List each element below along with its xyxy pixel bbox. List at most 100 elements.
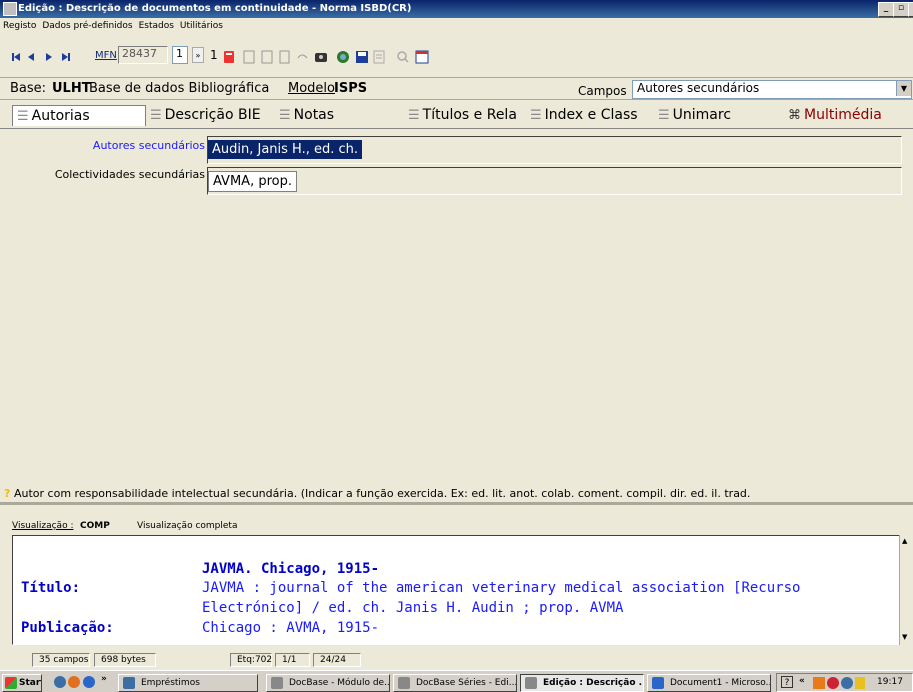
hint-text: Autor com responsabilidade intelectual s… — [14, 487, 751, 500]
browser-icon[interactable] — [54, 676, 66, 688]
status-page: 1/1 — [275, 653, 310, 667]
start-button[interactable]: Start — [2, 674, 42, 692]
visualizacao-label: Visualização : — [12, 521, 74, 531]
camera-icon[interactable] — [315, 53, 327, 62]
record-preview: JAVMA. Chicago, 1915- Título: JAVMA : jo… — [12, 535, 911, 645]
status-bar: 35 campos 698 bytes Etq:702 1/1 24/24 — [0, 652, 913, 668]
calendar-icon[interactable] — [415, 50, 429, 64]
help-icon[interactable]: ? — [781, 676, 793, 688]
page-indicator: 1 — [210, 48, 218, 62]
spinner-arrow-icon[interactable]: » — [192, 47, 204, 63]
docbase-icon — [398, 677, 410, 689]
word-icon — [652, 677, 664, 689]
field-hint: ? Autor com responsabilidade intelectual… — [0, 483, 913, 505]
title-bar: Edição : Descrição de documentos em cont… — [0, 0, 913, 18]
docbase-icon — [525, 677, 537, 689]
record-navigation — [12, 53, 70, 61]
tab-descricao[interactable]: ☰ Descrição BIE — [150, 105, 261, 125]
paste-record-icon[interactable] — [261, 50, 273, 64]
help-icon: ? — [4, 487, 11, 500]
tab-autorias[interactable]: ☰ Autorias — [12, 105, 146, 126]
menu-dados-pre-definidos[interactable]: Dados pré-definidos — [39, 18, 135, 31]
app-icon — [3, 2, 17, 16]
titulo-line-1: JAVMA : journal of the american veterina… — [202, 580, 801, 596]
list-icon[interactable] — [373, 50, 385, 64]
tray-network-icon[interactable] — [841, 677, 853, 689]
list-icon: ☰ — [150, 108, 162, 123]
visualizacao-description: Visualização completa — [137, 521, 238, 531]
copy-record-icon[interactable] — [243, 50, 255, 64]
close-button[interactable] — [908, 2, 913, 17]
status-campos: 35 campos — [32, 653, 90, 667]
previous-record-icon[interactable] — [28, 53, 34, 61]
autores-secundarios-value: Audin, Janis H., ed. ch. — [208, 140, 363, 159]
visualizacao-bar: Visualização : COMP Visualização complet… — [0, 517, 913, 535]
taskbar-docbase-modulo[interactable]: DocBase - Módulo de... — [266, 674, 390, 692]
scroll-down-icon[interactable]: ▼ — [902, 633, 907, 641]
autores-secundarios-field[interactable]: Audin, Janis H., ed. ch. — [207, 136, 902, 164]
globe-icon[interactable] — [337, 51, 349, 63]
app-icon[interactable] — [68, 676, 80, 688]
next-record-icon[interactable] — [46, 53, 52, 61]
tab-index[interactable]: ☰ Index e Class — [530, 105, 638, 125]
toolbar: MFN 28437 1 » 1 — [0, 34, 913, 78]
campos-select[interactable]: Autores secundários ▼ — [632, 80, 912, 99]
visualizacao-code[interactable]: COMP — [80, 521, 110, 531]
menu-bar: Registo Dados pré-definidos Estados Utilitá… — [0, 18, 913, 34]
window-icon — [123, 677, 135, 689]
scroll-up-icon[interactable]: ▲ — [902, 537, 907, 545]
search-icon[interactable] — [397, 51, 409, 63]
list-icon: ☰ — [658, 108, 670, 123]
taskbar-document1[interactable]: Document1 - Microso... — [647, 674, 771, 692]
colectividades-secundarias-field[interactable]: AVMA, prop. — [207, 167, 902, 195]
quicklaunch-chevron-icon[interactable]: » — [101, 674, 107, 684]
media-icon[interactable] — [83, 676, 95, 688]
taskbar: Start » Empréstimos DocBase - Módulo de.… — [0, 670, 913, 692]
first-record-icon[interactable] — [12, 53, 20, 61]
taskbar-docbase-series[interactable]: DocBase Séries - Edi... — [393, 674, 517, 692]
undo-icon[interactable] — [297, 54, 308, 59]
last-record-icon[interactable] — [62, 53, 70, 61]
clock: 19:17 — [877, 677, 903, 687]
new-record-icon[interactable] — [224, 51, 234, 63]
windows-logo-icon — [5, 677, 17, 689]
status-etq: Etq:702 — [230, 653, 272, 667]
colectividades-secundarias-label: Colectividades secundárias — [54, 168, 205, 181]
chevron-down-icon[interactable]: ▼ — [896, 81, 911, 96]
publicacao-value: Chicago : AVMA, 1915- — [202, 620, 380, 636]
system-tray: ? « 19:17 — [776, 673, 913, 692]
preview-scrollbar[interactable]: ▲ ▼ — [899, 535, 913, 645]
mfn-label: MFN — [95, 50, 117, 61]
menu-registo[interactable]: Registo — [0, 18, 39, 31]
base-description: Base de dados Bibliográfica — [89, 81, 270, 96]
tray-app-icon[interactable] — [813, 677, 825, 689]
autores-secundarios-label: Autores secundários — [92, 139, 205, 152]
tab-titulos[interactable]: ☰ Títulos e Rela — [408, 105, 517, 125]
docbase-icon — [271, 677, 283, 689]
save-icon[interactable] — [356, 51, 368, 63]
document-icon[interactable] — [279, 50, 290, 64]
toolbar-icons — [224, 50, 429, 64]
minimize-button[interactable]: _ — [878, 2, 894, 17]
tab-unimarc[interactable]: ☰ Unimarc — [658, 105, 731, 125]
menu-utilitarios[interactable]: Utilitários — [177, 18, 226, 31]
base-label: Base: — [10, 81, 47, 96]
multimedia-icon: ⌘ — [788, 108, 801, 123]
publicacao-label: Publicação: — [21, 620, 114, 636]
taskbar-edicao-descricao[interactable]: Edição : Descrição ... — [520, 674, 644, 692]
tab-notas[interactable]: ☰ Notas — [279, 105, 334, 125]
tray-shield-icon[interactable] — [855, 677, 865, 689]
taskbar-emprestimos[interactable]: Empréstimos — [118, 674, 258, 692]
restore-button[interactable]: ▫ — [893, 2, 909, 17]
tray-chevron-icon[interactable]: « — [799, 676, 805, 686]
list-icon: ☰ — [279, 108, 291, 123]
list-icon: ☰ — [17, 109, 29, 124]
colectividades-secundarias-value: AVMA, prop. — [208, 171, 297, 192]
record-spinner[interactable]: 1 — [172, 46, 188, 64]
menu-estados[interactable]: Estados — [136, 18, 177, 31]
modelo-label: Modelo — [288, 81, 335, 96]
campos-value: Autores secundários — [637, 81, 760, 95]
mfn-field[interactable]: 28437 — [118, 46, 168, 64]
tab-multimedia[interactable]: ⌘ Multimédia — [788, 105, 882, 125]
tray-security-icon[interactable] — [827, 677, 839, 689]
